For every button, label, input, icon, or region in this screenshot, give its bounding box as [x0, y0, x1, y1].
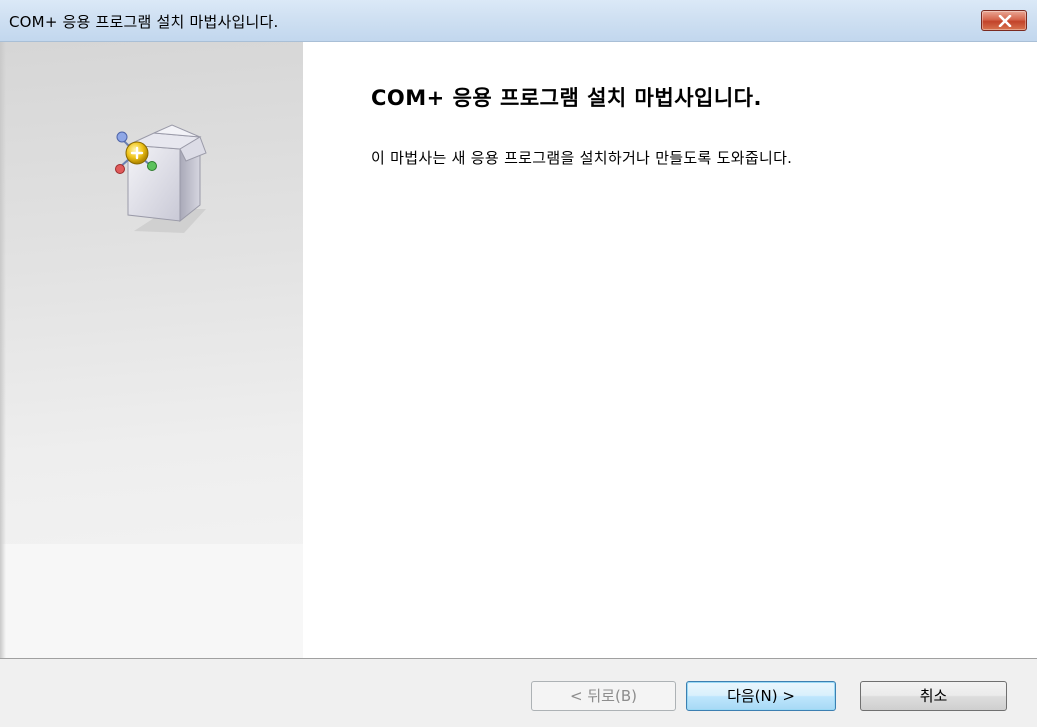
com-package-icon — [115, 124, 207, 233]
page-heading: COM+ 응용 프로그램 설치 마법사입니다. — [371, 86, 762, 110]
button-bar: < 뒤로(B) 다음(N) > 취소 — [0, 658, 1037, 727]
wizard-window: COM+ 응용 프로그램 설치 마법사입니다. COM+ 응용 프로그램 설치 … — [0, 0, 1037, 727]
next-button[interactable]: 다음(N) > — [686, 681, 836, 711]
window-title: COM+ 응용 프로그램 설치 마법사입니다. — [9, 13, 279, 31]
window-edge — [0, 42, 6, 658]
close-button[interactable] — [981, 10, 1027, 31]
cancel-button[interactable]: 취소 — [860, 681, 1007, 711]
close-icon — [998, 15, 1012, 27]
page-description: 이 마법사는 새 응용 프로그램을 설치하거나 만들도록 도와줍니다. — [371, 149, 793, 167]
side-panel-lower — [0, 544, 303, 658]
back-button[interactable]: < 뒤로(B) — [531, 681, 676, 711]
title-bar[interactable]: COM+ 응용 프로그램 설치 마법사입니다. — [0, 0, 1037, 42]
